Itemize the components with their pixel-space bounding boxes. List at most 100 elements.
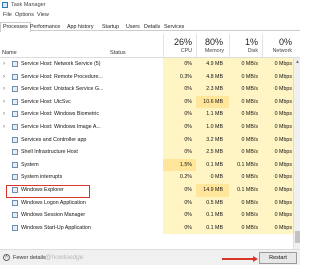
process-network: 0 Mbps xyxy=(274,61,292,67)
process-network: 0 Mbps xyxy=(274,186,292,193)
scroll-up-icon[interactable]: ▲ xyxy=(295,59,300,65)
process-network: 0 Mbps xyxy=(274,199,292,206)
process-row[interactable]: Windows Start-Up Application 0% 0.1 MB 0 MB… xyxy=(0,221,293,235)
process-network: 0 Mbps xyxy=(274,224,292,231)
process-memory: 2.5 MB xyxy=(206,149,223,156)
process-row[interactable]: Windows Logon Application 0% 0.5 MB 0 MB/s 0… xyxy=(0,196,293,210)
task-manager-icon xyxy=(2,2,8,8)
process-memory: 1.1 MB xyxy=(206,111,223,118)
process-network: 0 Mbps xyxy=(274,86,292,93)
process-cpu: 0.3% xyxy=(179,73,192,80)
process-cpu: 0% xyxy=(184,86,192,93)
process-cpu: 0% xyxy=(184,199,192,206)
process-row[interactable]: System interrupts 0.2% 0 MB 0 MB/s 0 Mbps xyxy=(0,171,293,184)
col-cpu[interactable]: CPU xyxy=(162,48,192,54)
col-network[interactable]: Network xyxy=(262,48,292,54)
process-row[interactable]: Services and Controller app 0% 3.2 MB 0 MB/… xyxy=(0,133,293,147)
process-icon xyxy=(12,123,18,130)
tab-details[interactable]: Details xyxy=(141,22,163,31)
tab-app-history[interactable]: App history xyxy=(64,22,97,31)
process-row[interactable]: › Service Host: Remote Procedure... 0.3% 4.… xyxy=(0,70,293,84)
process-network: 0 Mbps xyxy=(274,111,292,118)
restart-button[interactable]: Restart xyxy=(259,252,297,264)
tab-performance[interactable]: Performance xyxy=(27,22,63,31)
process-memory: 0.1 MB xyxy=(206,161,223,168)
process-name: Windows Session Manager xyxy=(21,212,86,219)
expand-chevron-icon[interactable]: › xyxy=(3,111,5,117)
expand-chevron-icon[interactable]: › xyxy=(3,61,5,67)
process-disk: 0 MB/s xyxy=(241,174,258,181)
process-icon xyxy=(12,136,18,143)
process-cpu: 0.2% xyxy=(179,174,192,181)
process-name: Service Host: Network Service (5) xyxy=(21,61,101,67)
menu-options[interactable]: Options xyxy=(15,12,34,18)
fewer-details-link[interactable]: Fewer details xyxy=(13,255,46,261)
process-disk: 0 MB/s xyxy=(241,199,258,206)
process-disk: 0.1 MB/s xyxy=(237,161,258,168)
expand-chevron-icon[interactable]: › xyxy=(3,124,5,130)
process-row[interactable]: › Service Host: Windows Biometric 0% 1.1 MB… xyxy=(0,108,293,121)
process-row[interactable]: › Service Host: Network Service (5) 0% 4.9 … xyxy=(0,58,293,71)
process-name: Services and Controller app xyxy=(21,136,87,143)
col-name[interactable]: Name xyxy=(2,50,17,56)
process-icon xyxy=(12,73,18,80)
process-icon xyxy=(12,86,18,93)
process-row[interactable]: › Service Host: UtcSvc 0% 10.6 MB 0 MB/s 0 Mb… xyxy=(0,95,293,109)
process-list: › Service Host: Network Service (5) 0% 4.9 … xyxy=(0,58,293,235)
process-row[interactable]: Windows Session Manager 0% 0.1 MB 0 MB/s 0 M… xyxy=(0,209,293,222)
expand-chevron-icon[interactable]: › xyxy=(3,74,5,80)
process-name: Service Host: Windows Biometric xyxy=(21,111,100,118)
process-disk: 0 MB/s xyxy=(241,123,258,130)
window-title: Task Manager xyxy=(11,2,46,8)
col-disk[interactable]: Disk xyxy=(228,48,258,54)
expand-chevron-icon[interactable]: › xyxy=(3,99,5,105)
col-network-total[interactable]: 0% xyxy=(262,37,292,47)
vertical-scrollbar[interactable]: ▲ xyxy=(293,58,300,250)
col-memory-total[interactable]: 80% xyxy=(193,37,223,47)
col-memory[interactable]: Memory xyxy=(194,48,224,54)
expand-chevron-icon[interactable]: › xyxy=(3,86,5,92)
footer-bar: ˄ Fewer details @howtoedge Restart xyxy=(0,249,300,265)
process-disk: 0 MB/s xyxy=(241,98,258,105)
process-icon xyxy=(12,224,18,231)
process-icon xyxy=(12,149,18,156)
process-cpu: 0% xyxy=(184,212,192,219)
process-disk: 0 MB/s xyxy=(241,149,258,156)
process-memory: 0.5 MB xyxy=(206,199,223,206)
chevron-up-icon[interactable]: ˄ xyxy=(3,254,10,261)
tab-strip: Processes Performance App history Startu… xyxy=(0,21,300,32)
process-memory: 0 MB xyxy=(210,174,223,181)
process-row[interactable]: › Service Host: Windows Image A... 0% 1.0 M… xyxy=(0,120,293,134)
process-disk: 0.1 MB/s xyxy=(237,186,258,193)
menu-bar: File Options View xyxy=(0,11,300,20)
process-row[interactable]: › Service Host: Unistack Service G... 0% 2.… xyxy=(0,83,293,96)
tab-startup[interactable]: Startup xyxy=(99,22,122,31)
scrollbar-thumb[interactable] xyxy=(295,231,300,243)
process-network: 0 Mbps xyxy=(274,161,292,168)
process-memory: 14.9 MB xyxy=(203,186,223,193)
process-disk: 0 MB/s xyxy=(241,73,258,80)
process-disk: 0 MB/s xyxy=(241,111,258,118)
highlight-annotation xyxy=(6,185,90,198)
process-icon xyxy=(12,161,18,168)
process-row[interactable]: Shell Infrastructure Host 0% 2.5 MB 0 MB/s 0… xyxy=(0,146,293,159)
col-cpu-total[interactable]: 26% xyxy=(162,37,192,47)
tab-users[interactable]: Users xyxy=(123,22,143,31)
col-disk-total[interactable]: 1% xyxy=(228,37,258,47)
process-name: Service Host: Unistack Service G... xyxy=(21,86,104,93)
process-row[interactable]: System 1.5% 0.1 MB 0.1 MB/s 0 Mbps xyxy=(0,158,293,172)
process-name: Service Host: UtcSvc xyxy=(21,98,71,105)
process-network: 0 Mbps xyxy=(274,73,292,80)
process-icon xyxy=(12,212,18,219)
process-disk: 0 MB/s xyxy=(241,61,258,67)
process-disk: 0 MB/s xyxy=(241,212,258,219)
tab-services[interactable]: Services xyxy=(161,22,187,31)
process-cpu: 1.5% xyxy=(179,161,192,168)
arrow-head-icon xyxy=(253,256,258,262)
menu-file[interactable]: File xyxy=(3,12,12,18)
process-disk: 0 MB/s xyxy=(241,86,258,93)
col-status[interactable]: Status xyxy=(110,50,126,56)
process-memory: 4.8 MB xyxy=(206,73,223,80)
menu-view[interactable]: View xyxy=(37,12,49,18)
process-cpu: 0% xyxy=(184,98,192,105)
